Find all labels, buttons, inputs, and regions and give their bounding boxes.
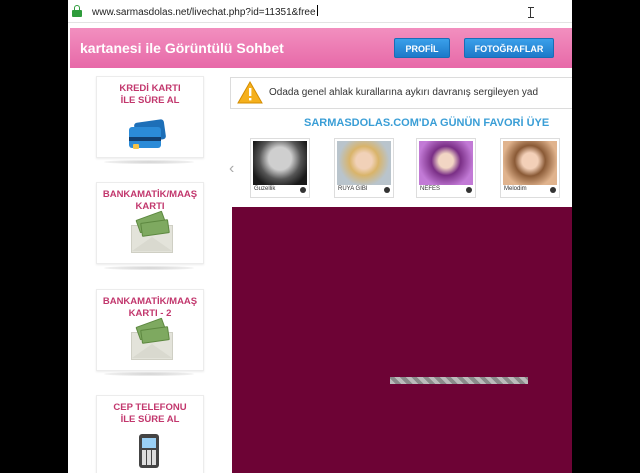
- profile-button[interactable]: PROFİL: [394, 38, 450, 58]
- member-photo: [337, 141, 391, 185]
- buy-time-mobile-phone[interactable]: CEP TELEFONU İLE SÜRE AL: [96, 395, 204, 473]
- page-title: kartanesi ile Görüntülü Sohbet: [80, 40, 284, 56]
- photos-button[interactable]: FOTOĞRAFLAR: [464, 38, 554, 58]
- card-shadow: [104, 266, 194, 270]
- url-text: www.sarmasdolas.net/livechat.php?id=1135…: [92, 7, 316, 18]
- buy-time-debit-card[interactable]: BANKAMATİK/MAAŞ KARTI: [96, 182, 204, 264]
- webcam-icon: [300, 187, 306, 193]
- card-title: BANKAMATİK/MAAŞ KARTI - 2: [102, 296, 198, 319]
- loading-bar: [390, 377, 528, 384]
- member-name: Guzellik: [254, 186, 276, 192]
- text-caret: [316, 5, 318, 16]
- member-photo: [253, 141, 307, 185]
- buy-time-credit-card[interactable]: KREDİ KARTI İLE SÜRE AL: [96, 76, 204, 158]
- warning-text: Odada genel ahlak kurallarına aykırı dav…: [269, 87, 539, 98]
- warning-icon: [237, 81, 263, 104]
- warning-banner: Odada genel ahlak kurallarına aykırı dav…: [230, 77, 572, 109]
- card-title: KREDİ KARTI İLE SÜRE AL: [119, 83, 181, 106]
- video-player[interactable]: [232, 207, 572, 473]
- member-photo: [419, 141, 473, 185]
- webcam-icon: [550, 187, 556, 193]
- money-envelope-icon: [131, 210, 173, 253]
- carousel-prev-icon[interactable]: ‹: [229, 160, 234, 178]
- card-title: BANKAMATİK/MAAŞ KARTI: [102, 189, 198, 212]
- card-shadow: [104, 372, 194, 376]
- money-envelope-icon: [131, 317, 173, 360]
- mobile-phone-icon: [139, 434, 159, 468]
- member-name: RUYA GIBI: [338, 186, 368, 192]
- address-bar[interactable]: www.sarmasdolas.net/livechat.php?id=1135…: [68, 0, 572, 23]
- credit-card-icon: [129, 119, 167, 149]
- lock-icon: [72, 5, 82, 17]
- favorite-member[interactable]: Guzellik: [250, 138, 310, 198]
- page-header: kartanesi ile Görüntülü Sohbet PROFİL FO…: [70, 28, 572, 68]
- favorite-member[interactable]: NEFES: [416, 138, 476, 198]
- ibeam-cursor-icon: [528, 7, 534, 18]
- card-shadow: [104, 160, 194, 164]
- card-title: CEP TELEFONU İLE SÜRE AL: [113, 402, 187, 425]
- favorites-title: SARMASDOLAS.COM'DA GÜNÜN FAVORİ ÜYE: [304, 117, 550, 129]
- favorite-member[interactable]: RUYA GIBI: [334, 138, 394, 198]
- webcam-icon: [466, 187, 472, 193]
- buy-time-debit-card-2[interactable]: BANKAMATİK/MAAŞ KARTI - 2: [96, 289, 204, 371]
- member-photo: [503, 141, 557, 185]
- member-name: Melodim: [504, 186, 527, 192]
- webcam-icon: [384, 187, 390, 193]
- browser-window: www.sarmasdolas.net/livechat.php?id=1135…: [68, 0, 572, 473]
- member-name: NEFES: [420, 186, 441, 192]
- favorite-member[interactable]: Melodim: [500, 138, 560, 198]
